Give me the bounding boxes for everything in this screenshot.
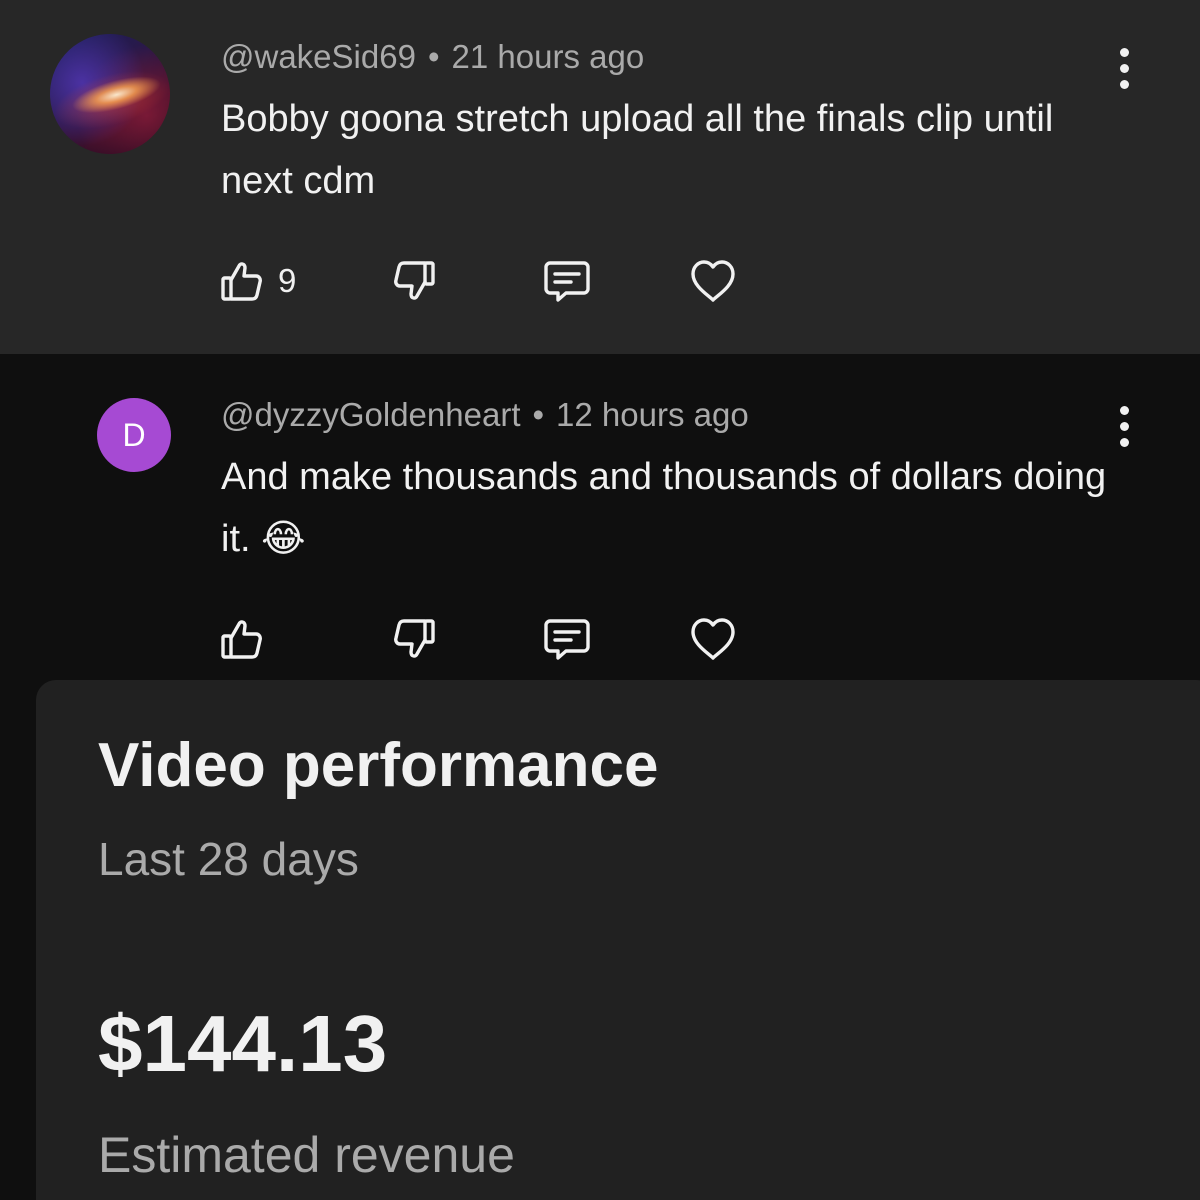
estimated-revenue-label: Estimated revenue — [98, 1127, 515, 1183]
comment-author[interactable]: @wakeSid69 — [221, 38, 416, 75]
avatar-letter: D — [122, 417, 146, 453]
comment-text: And make thousands and thousands of doll… — [221, 456, 1107, 560]
meta-separator: • — [427, 38, 440, 75]
heart-icon — [691, 260, 735, 302]
comment-time: 21 hours ago — [451, 38, 645, 75]
card-title: Video performance — [98, 731, 659, 800]
comment-actions — [218, 614, 778, 664]
comment-meta: @dyzzyGoldenheart • 12 hours ago — [221, 396, 749, 434]
comment-text: Bobby goona stretch upload all the final… — [221, 98, 1054, 202]
avatar[interactable]: D — [97, 398, 171, 472]
thumb-up-icon — [221, 262, 262, 301]
heart-button[interactable] — [688, 614, 738, 664]
comment-item: @wakeSid69 • 21 hours ago Bobby goona stre… — [0, 0, 1200, 354]
more-vertical-icon[interactable] — [1112, 406, 1136, 450]
reply-icon — [544, 619, 590, 660]
heart-icon — [691, 618, 735, 660]
avatar[interactable] — [36, 20, 184, 168]
more-vertical-icon[interactable] — [1112, 48, 1136, 92]
comment-item: D @dyzzyGoldenheart • 12 hours ago And mak… — [0, 354, 1200, 680]
card-period: Last 28 days — [98, 833, 359, 885]
reply-button[interactable] — [542, 614, 592, 664]
reply-icon — [544, 261, 590, 302]
thumb-down-icon — [394, 261, 435, 300]
like-button[interactable]: 9 — [218, 256, 296, 306]
thumb-down-icon — [394, 619, 435, 658]
meta-separator: • — [532, 396, 545, 433]
comment-meta: @wakeSid69 • 21 hours ago — [221, 38, 644, 76]
dislike-button[interactable] — [390, 614, 438, 664]
like-count: 9 — [278, 262, 297, 299]
reply-button[interactable] — [542, 256, 592, 306]
like-button[interactable] — [218, 614, 266, 664]
dislike-button[interactable] — [390, 256, 438, 306]
comment-time: 12 hours ago — [556, 396, 749, 433]
comment-author[interactable]: @dyzzyGoldenheart — [221, 396, 520, 433]
comment-actions: 9 — [218, 256, 778, 306]
comments-screen: @wakeSid69 • 21 hours ago Bobby goona stre… — [0, 0, 1200, 1200]
heart-button[interactable] — [688, 256, 738, 306]
thumb-up-icon — [221, 620, 262, 659]
video-performance-card[interactable]: Video performance Last 28 days $144.13 E… — [36, 680, 1200, 1200]
estimated-revenue-value: $144.13 — [98, 999, 388, 1088]
